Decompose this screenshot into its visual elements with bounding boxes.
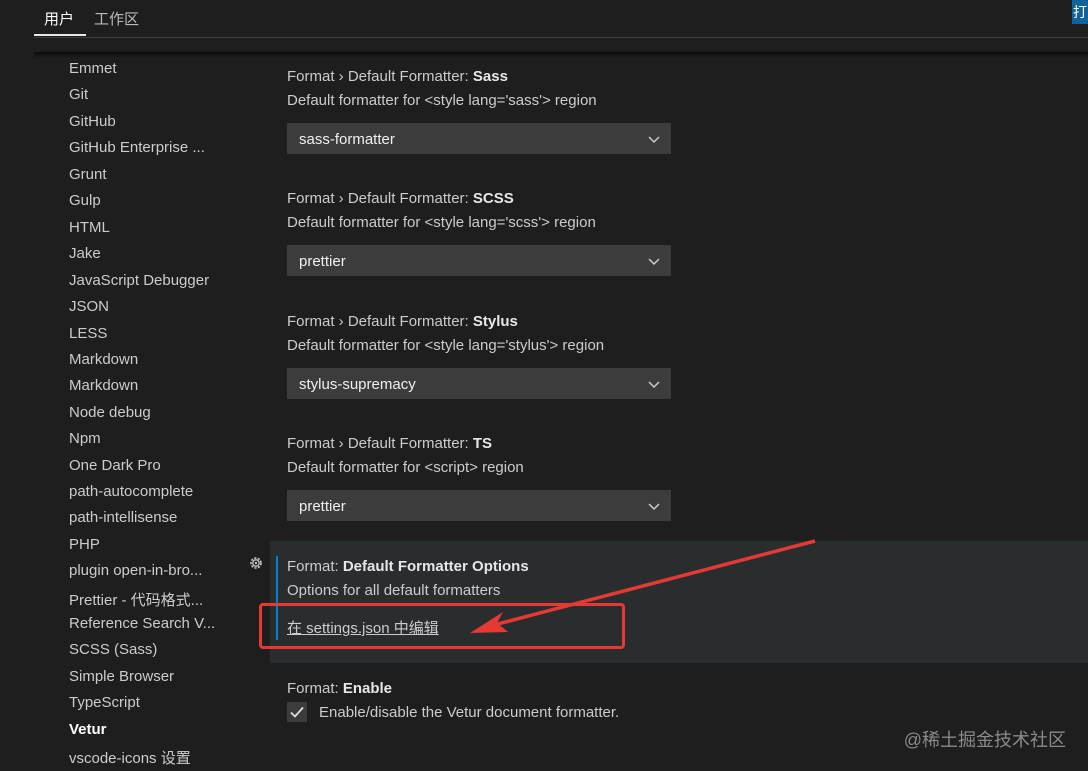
setting-title: Format › Default Formatter: Sass — [287, 68, 508, 85]
format-enable-checkbox[interactable] — [287, 702, 307, 722]
toc-item-github-enterprise[interactable]: GitHub Enterprise ... — [69, 139, 205, 156]
setting-title: Format: Default Formatter Options — [287, 558, 529, 575]
toc-item-simple-browser[interactable]: Simple Browser — [69, 668, 174, 685]
toc-item-reference-search[interactable]: Reference Search V... — [69, 615, 215, 632]
check-icon — [290, 706, 304, 718]
setting-title: Format: Enable — [287, 680, 393, 697]
chevron-down-icon — [648, 503, 660, 511]
toc-item-git[interactable]: Git — [69, 86, 88, 103]
toc-item-scss[interactable]: SCSS (Sass) — [69, 641, 157, 658]
select-value: stylus-supremacy — [299, 376, 416, 393]
tab-user[interactable]: 用户 — [44, 8, 74, 29]
toc-item-jake[interactable]: Jake — [69, 245, 101, 262]
toc-item-path-autocomplete[interactable]: path-autocomplete — [69, 483, 193, 500]
format-enable-label: Enable/disable the Vetur document format… — [319, 704, 620, 721]
toc-item-vscode-icons[interactable]: vscode-icons 设置 — [69, 747, 191, 768]
toc-item-php[interactable]: PHP — [69, 536, 100, 553]
setting-description: Options for all default formatters — [287, 582, 501, 599]
setting-description: Default formatter for <style lang='scss'… — [287, 214, 596, 231]
chevron-down-icon — [648, 381, 660, 389]
formatter-stylus-select[interactable]: stylus-supremacy — [287, 368, 671, 399]
tab-workspace[interactable]: 工作区 — [94, 8, 139, 29]
setting-description: Default formatter for <style lang='sass'… — [287, 92, 597, 109]
gear-icon[interactable] — [248, 555, 264, 571]
chevron-down-icon — [648, 258, 660, 266]
toc-item-emmet[interactable]: Emmet — [69, 60, 117, 77]
watermark: @稀土掘金技术社区 — [903, 730, 1066, 750]
select-value: prettier — [299, 498, 346, 515]
toc-item-markdown-2[interactable]: Markdown — [69, 377, 138, 394]
toc-item-less[interactable]: LESS — [69, 325, 107, 342]
header-divider — [34, 37, 1088, 38]
setting-title: Format › Default Formatter: Stylus — [287, 313, 518, 330]
setting-title: Format › Default Formatter: TS — [287, 435, 493, 452]
toc-item-path-intellisense[interactable]: path-intellisense — [69, 509, 177, 526]
setting-description: Default formatter for <style lang='stylu… — [287, 337, 605, 354]
toc-item-gulp[interactable]: Gulp — [69, 192, 101, 209]
toc-item-markdown[interactable]: Markdown — [69, 351, 138, 368]
toc-item-one-dark-pro[interactable]: One Dark Pro — [69, 457, 161, 474]
toc-item-html[interactable]: HTML — [69, 219, 110, 236]
select-value: sass-formatter — [299, 131, 395, 148]
toc-item-open-in-browser[interactable]: plugin open-in-bro... — [69, 562, 202, 579]
toc-item-js-debugger[interactable]: JavaScript Debugger — [69, 272, 209, 289]
settings-header: 用户 工作区 打 — [0, 0, 1088, 38]
toc-item-vetur[interactable]: Vetur — [69, 721, 107, 738]
setting-title: Format › Default Formatter: SCSS — [287, 190, 514, 207]
settings-toc: Emmet Git GitHub GitHub Enterprise ... G… — [0, 58, 250, 771]
chevron-down-icon — [648, 136, 660, 144]
formatter-sass-select[interactable]: sass-formatter — [287, 123, 671, 154]
toc-item-typescript[interactable]: TypeScript — [69, 694, 140, 711]
toc-item-npm[interactable]: Npm — [69, 430, 101, 447]
toc-item-prettier[interactable]: Prettier - 代码格式... — [69, 589, 203, 610]
setting-description: Default formatter for <script> region — [287, 459, 524, 476]
select-value: prettier — [299, 253, 346, 270]
annotation-highlight-box — [259, 603, 625, 649]
tab-user-underline — [34, 34, 86, 36]
toc-item-node-debug[interactable]: Node debug — [69, 404, 151, 421]
open-settings-button[interactable]: 打 — [1072, 0, 1088, 24]
formatter-ts-select[interactable]: prettier — [287, 490, 671, 521]
toc-item-json[interactable]: JSON — [69, 298, 109, 315]
toc-item-grunt[interactable]: Grunt — [69, 166, 107, 183]
settings-list: Format › Default Formatter: Sass Default… — [270, 58, 1088, 771]
toc-item-github[interactable]: GitHub — [69, 113, 116, 130]
formatter-scss-select[interactable]: prettier — [287, 245, 671, 276]
